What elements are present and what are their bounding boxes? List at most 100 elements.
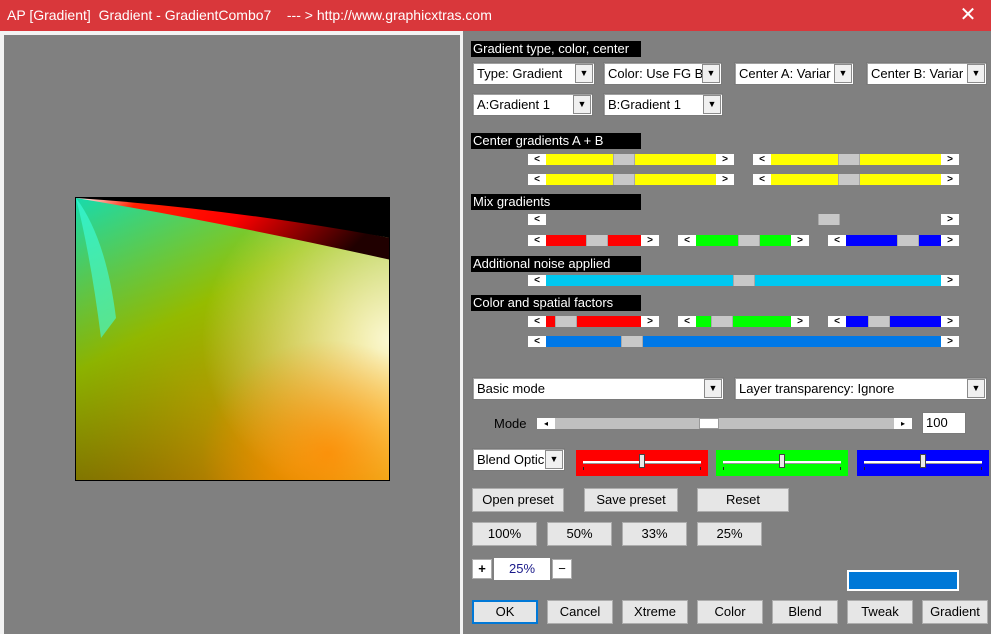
gradient-a-select[interactable]: A:Gradient 1 ▼: [472, 93, 593, 116]
color-swatch[interactable]: [847, 570, 959, 591]
slider-mix-red[interactable]: < >: [528, 235, 659, 246]
center-a-select-value: Center A: Variar: [739, 66, 831, 81]
slider-thumb[interactable]: [711, 316, 733, 327]
scroll-left-icon[interactable]: <: [828, 316, 846, 327]
scroll-right-icon[interactable]: >: [791, 316, 809, 327]
mode-slider[interactable]: ◂ ▸: [537, 418, 912, 429]
slider-thumb[interactable]: [586, 235, 608, 246]
section-gradient-type: Gradient type, color, center: [471, 41, 641, 57]
slider-center-a2[interactable]: < >: [528, 174, 734, 185]
slider-thumb[interactable]: [613, 174, 635, 185]
scroll-left-icon[interactable]: <: [528, 336, 546, 347]
center-a-select[interactable]: Center A: Variar ▼: [734, 62, 854, 85]
slider-center-a1[interactable]: < >: [528, 154, 734, 165]
scroll-right-icon[interactable]: >: [641, 235, 659, 246]
chevron-down-icon: ▼: [575, 64, 593, 83]
ok-button[interactable]: OK: [472, 600, 538, 624]
slider-center-b2[interactable]: < >: [753, 174, 959, 185]
scroll-right-icon[interactable]: >: [791, 235, 809, 246]
slider-mix[interactable]: < >: [528, 214, 959, 225]
slider-factor-green[interactable]: < >: [678, 316, 809, 327]
zoom-50-button[interactable]: 50%: [547, 522, 612, 546]
slider-thumb[interactable]: [818, 214, 840, 225]
zoom-100-button[interactable]: 100%: [472, 522, 537, 546]
zoom-minus-button[interactable]: −: [552, 559, 572, 579]
slider-mix-green[interactable]: < >: [678, 235, 809, 246]
zoom-plus-button[interactable]: +: [472, 559, 492, 579]
scroll-left-icon[interactable]: ◂: [537, 418, 555, 429]
slider-center-b1[interactable]: < >: [753, 154, 959, 165]
reset-button[interactable]: Reset: [697, 488, 789, 512]
scroll-right-icon[interactable]: ▸: [894, 418, 912, 429]
open-preset-button[interactable]: Open preset: [472, 488, 564, 512]
mode-value-field[interactable]: 100: [922, 412, 966, 434]
scroll-right-icon[interactable]: >: [716, 174, 734, 185]
slider-thumb[interactable]: [779, 454, 785, 468]
close-icon[interactable]: ✕: [945, 0, 991, 31]
scroll-left-icon[interactable]: <: [828, 235, 846, 246]
slider-track: [546, 214, 941, 225]
slider-mix-blue[interactable]: < >: [828, 235, 959, 246]
slider-thumb[interactable]: [639, 454, 645, 468]
slider-thumb[interactable]: [920, 454, 926, 468]
blend-red-slider[interactable]: [576, 450, 708, 476]
scroll-right-icon[interactable]: >: [941, 214, 959, 225]
blend-options-select[interactable]: Blend Optic ▼: [472, 448, 565, 471]
section-noise: Additional noise applied: [471, 256, 641, 272]
color-select[interactable]: Color: Use FG B ▼: [603, 62, 722, 85]
gradient-button[interactable]: Gradient: [922, 600, 988, 624]
mode-select-value: Basic mode: [477, 381, 545, 396]
scroll-left-icon[interactable]: <: [528, 214, 546, 225]
slider-noise[interactable]: < >: [528, 275, 959, 286]
slider-factor-spatial[interactable]: < >: [528, 336, 959, 347]
slider-thumb[interactable]: [555, 316, 577, 327]
slider-thumb[interactable]: [699, 418, 719, 429]
transparency-select[interactable]: Layer transparency: Ignore ▼: [734, 377, 987, 400]
slider-thumb[interactable]: [868, 316, 890, 327]
scroll-left-icon[interactable]: <: [528, 275, 546, 286]
blend-green-slider[interactable]: [716, 450, 848, 476]
type-select[interactable]: Type: Gradient ▼: [472, 62, 595, 85]
slider-thumb[interactable]: [838, 154, 860, 165]
scroll-left-icon[interactable]: <: [528, 174, 546, 185]
scroll-right-icon[interactable]: >: [941, 154, 959, 165]
slider-thumb[interactable]: [838, 174, 860, 185]
scroll-left-icon[interactable]: <: [528, 154, 546, 165]
slider-thumb[interactable]: [733, 275, 755, 286]
section-color-factors: Color and spatial factors: [471, 295, 641, 311]
scroll-left-icon[interactable]: <: [753, 174, 771, 185]
scroll-right-icon[interactable]: >: [941, 275, 959, 286]
chevron-down-icon: ▼: [704, 379, 722, 398]
scroll-left-icon[interactable]: <: [678, 235, 696, 246]
blend-button[interactable]: Blend: [772, 600, 838, 624]
gradient-preview-image: [76, 198, 389, 480]
zoom-33-button[interactable]: 33%: [622, 522, 687, 546]
slider-factor-blue[interactable]: < >: [828, 316, 959, 327]
scroll-left-icon[interactable]: <: [753, 154, 771, 165]
save-preset-button[interactable]: Save preset: [584, 488, 678, 512]
slider-thumb[interactable]: [738, 235, 760, 246]
slider-thumb[interactable]: [897, 235, 919, 246]
scroll-right-icon[interactable]: >: [641, 316, 659, 327]
slider-factor-red[interactable]: < >: [528, 316, 659, 327]
xtreme-button[interactable]: Xtreme: [622, 600, 688, 624]
scroll-right-icon[interactable]: >: [941, 235, 959, 246]
scroll-left-icon[interactable]: <: [678, 316, 696, 327]
cancel-button[interactable]: Cancel: [547, 600, 613, 624]
scroll-right-icon[interactable]: >: [941, 316, 959, 327]
color-button[interactable]: Color: [697, 600, 763, 624]
scroll-left-icon[interactable]: <: [528, 316, 546, 327]
slider-thumb[interactable]: [613, 154, 635, 165]
slider-thumb[interactable]: [621, 336, 643, 347]
zoom-25-button[interactable]: 25%: [697, 522, 762, 546]
gradient-b-select[interactable]: B:Gradient 1 ▼: [603, 93, 723, 116]
scroll-right-icon[interactable]: >: [941, 174, 959, 185]
scroll-left-icon[interactable]: <: [528, 235, 546, 246]
scroll-right-icon[interactable]: >: [716, 154, 734, 165]
tweak-button[interactable]: Tweak: [847, 600, 913, 624]
scroll-right-icon[interactable]: >: [941, 336, 959, 347]
center-b-select[interactable]: Center B: Variar ▼: [866, 62, 987, 85]
mode-select[interactable]: Basic mode ▼: [472, 377, 724, 400]
blend-blue-slider[interactable]: [857, 450, 989, 476]
window-title: AP [Gradient] Gradient - GradientCombo7 …: [0, 0, 991, 31]
